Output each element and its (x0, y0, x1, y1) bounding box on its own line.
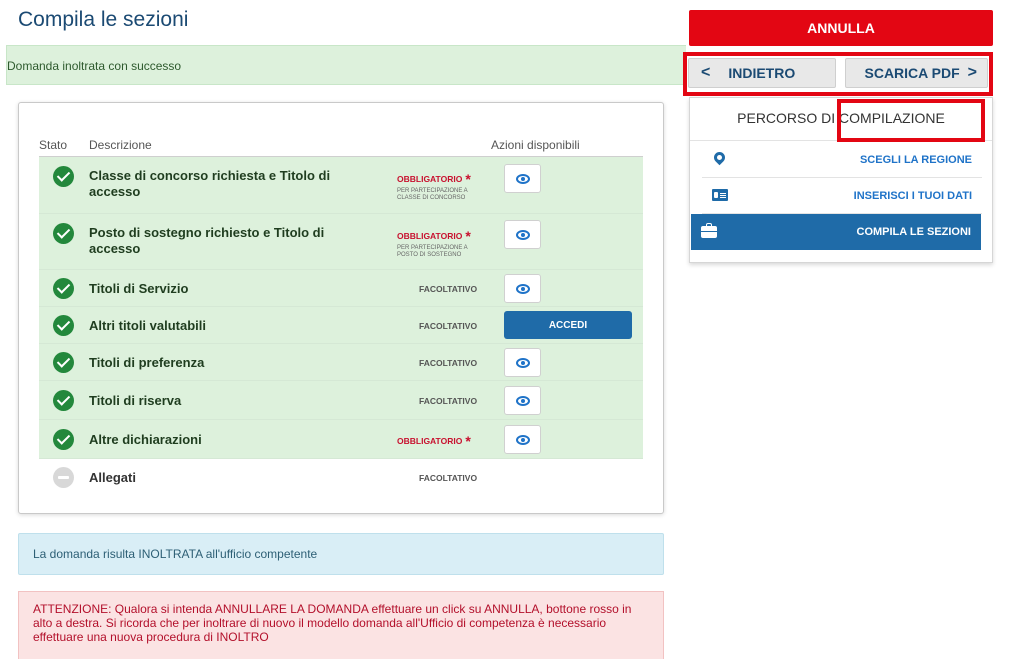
info-alert-text: La domanda risulta INOLTRATA all'ufficio… (33, 547, 318, 561)
eye-icon (515, 173, 530, 184)
header-descrizione: Descrizione (89, 138, 152, 152)
check-circle-icon (53, 315, 74, 336)
optional-label: FACOLTATIVO (419, 284, 478, 294)
required-text: OBBLIGATORIO (397, 436, 463, 446)
required-label: OBBLIGATORIO * PER PARTECIPAZIONE A POSTO… (397, 228, 477, 259)
required-star-icon: * (465, 171, 471, 187)
required-text: OBBLIGATORIO (397, 231, 463, 241)
row-description: Altri titoli valutabili (89, 318, 207, 333)
optional-label: FACOLTATIVO (419, 396, 478, 406)
briefcase-icon (701, 223, 717, 238)
check-circle-icon (53, 278, 74, 299)
view-button[interactable] (504, 274, 541, 303)
header-azioni: Azioni disponibili (491, 138, 580, 152)
row-description: Allegati (89, 470, 136, 485)
optional-label: FACOLTATIVO (419, 358, 478, 368)
table-row: Altri titoli valutabili FACOLTATIVO ACCE… (39, 307, 643, 344)
id-card-icon (712, 189, 728, 201)
check-circle-icon (53, 166, 74, 187)
map-pin-icon (711, 149, 728, 166)
view-button[interactable] (504, 348, 541, 377)
highlight-frame (683, 52, 993, 96)
highlight-frame (837, 99, 985, 142)
danger-alert: ATTENZIONE: Qualora si intenda ANNULLARE… (18, 591, 664, 659)
eye-icon (515, 357, 530, 368)
required-label: OBBLIGATORIO * PER PARTECIPAZIONE A CLASS… (397, 171, 477, 202)
view-button[interactable] (504, 164, 541, 193)
required-text: OBBLIGATORIO (397, 174, 463, 184)
table-row: Posto di sostegno richiesto e Titolo di … (39, 214, 643, 270)
required-star-icon: * (465, 433, 471, 449)
accedi-button[interactable]: ACCEDI (504, 311, 632, 339)
row-description: Classe di concorso richiesta e Titolo di… (89, 168, 331, 199)
sidebar-item-label: SCEGLI LA REGIONE (859, 154, 972, 166)
view-button[interactable] (504, 425, 541, 454)
table-row: Titoli di riserva FACOLTATIVO (39, 381, 643, 420)
row-description: Titoli di riserva (89, 393, 182, 408)
eye-icon (515, 434, 530, 445)
sections-card: Stato Descrizione Azioni disponibili Cla… (18, 102, 664, 514)
success-alert: Domanda inoltrata con successo (6, 45, 686, 85)
header-stato: Stato (39, 138, 68, 152)
view-button[interactable] (504, 220, 541, 249)
table-row: Altre dichiarazioni OBBLIGATORIO * (39, 420, 643, 459)
sidebar-item-sezioni[interactable]: COMPILA LE SEZIONI (691, 214, 981, 250)
required-note: PER PARTECIPAZIONE A CLASSE DI CONCORSO (397, 188, 468, 201)
row-description: Altre dichiarazioni (89, 432, 202, 447)
table-row: Titoli di Servizio FACOLTATIVO (39, 270, 643, 307)
sidebar-item-dati[interactable]: INSERISCI I TUOI DATI (702, 178, 982, 214)
sidebar-item-label: COMPILA LE SEZIONI (856, 226, 972, 238)
table-header: Stato Descrizione Azioni disponibili (39, 138, 643, 158)
info-alert: La domanda risulta INOLTRATA all'ufficio… (18, 533, 664, 575)
danger-alert-text: ATTENZIONE: Qualora si intenda ANNULLARE… (33, 602, 632, 644)
check-circle-icon (53, 390, 74, 411)
required-label: OBBLIGATORIO * (397, 433, 471, 449)
optional-label: FACOLTATIVO (419, 473, 478, 483)
view-button[interactable] (504, 386, 541, 415)
sidebar-item-label: INSERISCI I TUOI DATI (853, 190, 972, 202)
eye-icon (515, 229, 530, 240)
check-circle-icon (53, 429, 74, 450)
required-star-icon: * (465, 228, 471, 244)
check-circle-icon (53, 223, 74, 244)
sidebar-item-regione[interactable]: SCEGLI LA REGIONE (702, 142, 982, 178)
row-description: Titoli di Servizio (89, 281, 189, 296)
table-row: Classe di concorso richiesta e Titolo di… (39, 157, 643, 214)
table-row: Titoli di preferenza FACOLTATIVO (39, 344, 643, 381)
eye-icon (515, 283, 530, 294)
optional-label: FACOLTATIVO (419, 321, 478, 331)
eye-icon (515, 395, 530, 406)
row-description: Posto di sostegno richiesto e Titolo di … (89, 225, 325, 256)
required-note: PER PARTECIPAZIONE A POSTO DI SOSTEGNO (397, 245, 468, 258)
check-circle-icon (53, 352, 74, 373)
page-title: Compila le sezioni (18, 8, 189, 31)
row-description: Titoli di preferenza (89, 355, 205, 370)
annulla-button[interactable]: ANNULLA (689, 10, 993, 46)
table-row: Allegati FACOLTATIVO (39, 459, 643, 495)
success-alert-text: Domanda inoltrata con successo (7, 59, 182, 73)
minus-circle-icon (53, 467, 74, 488)
